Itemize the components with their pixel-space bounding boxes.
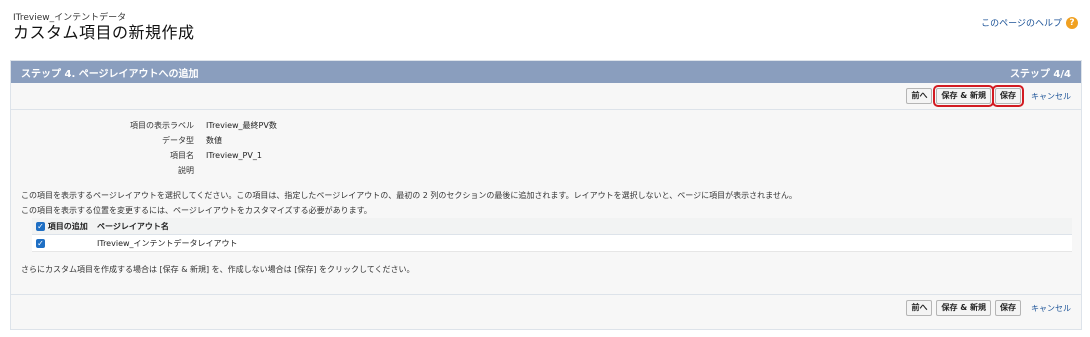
field-row-description: 説明 [11, 163, 1081, 178]
prev-button[interactable]: 前へ [906, 88, 933, 104]
field-row-type: データ型 数値 [11, 133, 1081, 148]
step-header: ステップ 4. ページレイアウトへの追加 ステップ 4/4 [11, 61, 1081, 83]
info-text-2: この項目を表示する位置を変更するには、ページレイアウトをカスタマイズする必要があ… [21, 206, 372, 215]
page-title: カスタム項目の新規作成 [13, 23, 195, 42]
step-title: ステップ 4. ページレイアウトへの追加 [21, 68, 199, 80]
page-header: ITreview_インテントデータ カスタム項目の新規作成 このページのヘルプ … [0, 0, 1090, 52]
row-checkbox[interactable]: ✓ [36, 238, 45, 248]
field-row-name: 項目名 ITreview_PV_1 [11, 148, 1081, 163]
help-link[interactable]: このページのヘルプ ? [981, 16, 1078, 29]
field-details: 項目の表示ラベル ITreview_最終PV数 データ型 数値 項目名 ITre… [11, 110, 1081, 178]
table-header-row: ✓ 項目の追加 ページレイアウト名 [32, 218, 1072, 235]
field-label: 項目の表示ラベル [130, 121, 194, 130]
add-column-label: 項目の追加 [47, 221, 88, 231]
layout-table: ✓ 項目の追加 ページレイアウト名 ✓ ITreview_インテントデータレイア… [32, 218, 1072, 252]
field-value: ITreview_最終PV数 [206, 121, 277, 130]
checkbox-cell: ✓ [32, 234, 96, 252]
info-text-1: この項目を表示するページレイアウトを選択してください。この項目は、指定したページ… [21, 191, 797, 200]
select-all-checkbox[interactable]: ✓ [36, 221, 45, 231]
save-button[interactable]: 保存 [992, 85, 1024, 107]
save-new-button[interactable]: 保存 & 新規 [933, 85, 994, 107]
table-row: ✓ ITreview_インテントデータレイアウト [32, 234, 1072, 252]
field-label: データ型 [162, 136, 194, 145]
field-row-label: 項目の表示ラベル ITreview_最終PV数 [11, 118, 1081, 133]
bottom-toolbar: 前へ 保存 & 新規 保存 キャンセル [11, 294, 1081, 321]
field-label: 項目名 [170, 151, 194, 160]
add-column-header: ✓ 項目の追加 [32, 218, 96, 235]
field-value: ITreview_PV_1 [206, 151, 262, 160]
layout-column-header: ページレイアウト名 [96, 218, 1072, 235]
field-label: 説明 [178, 166, 194, 175]
field-value: 数値 [206, 136, 222, 145]
wizard-panel: ステップ 4. ページレイアウトへの追加 ステップ 4/4 前へ 保存 & 新規… [10, 60, 1082, 330]
layout-name-cell: ITreview_インテントデータレイアウト [96, 234, 1072, 252]
top-toolbar: 前へ 保存 & 新規 保存 キャンセル [11, 83, 1081, 110]
footer-note: さらにカスタム項目を作成する場合は [保存 & 新規] を、作成しない場合は [… [21, 265, 415, 274]
help-link-label[interactable]: このページのヘルプ [981, 16, 1062, 29]
step-counter: ステップ 4/4 [1009, 68, 1071, 80]
cancel-link-bottom[interactable]: キャンセル [1031, 303, 1071, 314]
help-icon[interactable]: ? [1066, 16, 1078, 29]
save-button-bottom[interactable]: 保存 [995, 300, 1021, 316]
save-new-button-bottom[interactable]: 保存 & 新規 [936, 300, 991, 316]
cancel-link[interactable]: キャンセル [1031, 91, 1071, 102]
prev-button-bottom[interactable]: 前へ [906, 300, 933, 316]
